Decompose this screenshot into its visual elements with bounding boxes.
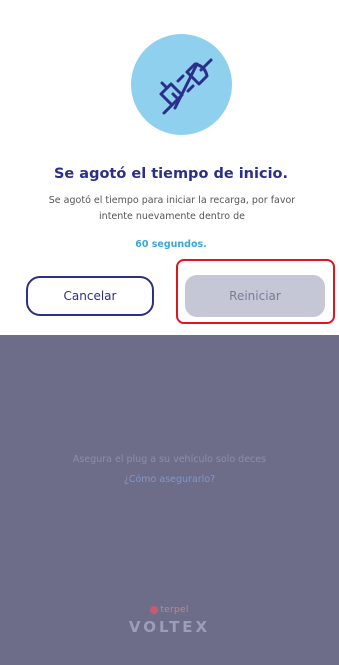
background-message: Asegura el plug a su vehículo solo deces… [18,450,321,490]
highlight-box [176,259,335,324]
brand-dot-icon [150,605,159,614]
brand-main: VOLTEX [128,618,211,636]
how-to-link[interactable]: ¿Cómo asegurarlo? [18,470,321,490]
brand-top-text: terpel [160,605,189,615]
dialog-description: Se agotó el tiempo para iniciar la recar… [48,195,296,222]
unplugged-icon [131,34,232,135]
brand-logo: terpel VOLTEX [0,605,339,636]
cancel-button[interactable]: Cancelar [26,276,154,316]
brand-top: terpel [0,605,339,615]
dialog-title: Se agotó el tiempo de inicio. [53,166,289,182]
plug-instruction-text: Asegura el plug a su vehículo solo deces [72,454,267,465]
countdown-seconds: 60 segundos. [135,239,207,250]
